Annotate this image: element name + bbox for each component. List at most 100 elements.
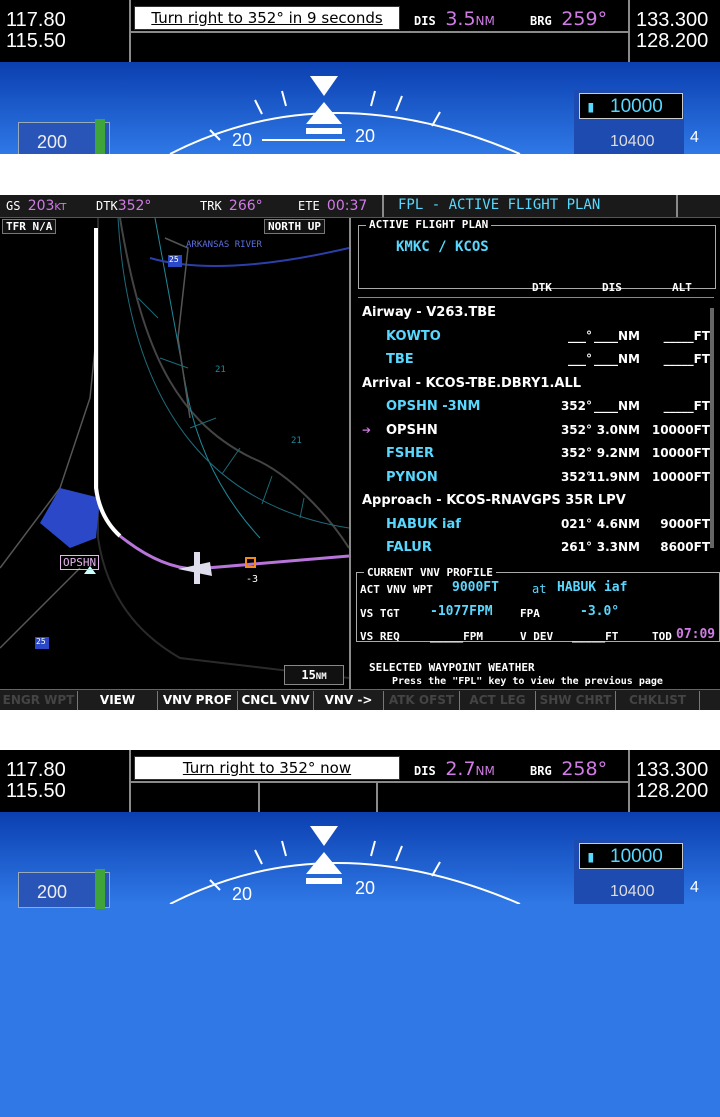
airspeed-trend-bar	[95, 869, 105, 909]
altitude-bug-box[interactable]: ▮ 10000	[579, 93, 683, 119]
trk-field: TRK 266°	[200, 198, 263, 214]
leg-alt: _____FT	[663, 328, 710, 343]
nav-standby-frequency[interactable]: 115.50	[6, 31, 66, 51]
pitch-label-left: 20	[232, 884, 253, 904]
divider	[349, 218, 351, 689]
flight-plan-row[interactable]: KOWTO ___° ____NM _____FT	[352, 327, 710, 349]
flight-plan-row[interactable]: PYNON 352° 11.9NM 10000FT	[352, 468, 710, 490]
highway-shield: 25	[36, 637, 46, 646]
divider	[130, 31, 628, 33]
ete-label: ETE	[298, 199, 320, 213]
altitude-bug-value: 10000	[610, 846, 663, 867]
waypoint-name: TBE	[386, 352, 414, 367]
com-active-frequency[interactable]: 133.300	[636, 10, 708, 30]
leg-dis: 3.0NM	[596, 422, 640, 437]
flight-plan-segment-header[interactable]: Arrival - KCOS-TBE.DBRY1.ALL	[352, 374, 708, 396]
softkey-bar: ENGR WPT VIEW VNV PROF CNCL VNV VNV -> ATK OF…	[0, 689, 720, 710]
range-unit: NM	[315, 672, 327, 682]
waypoint-name: Arrival - KCOS-TBE.DBRY1.ALL	[362, 375, 582, 391]
airspeed-box: 200	[18, 869, 110, 909]
scrollbar[interactable]	[710, 308, 714, 548]
brg-label: BRG	[530, 764, 552, 778]
dis-field: DIS 2.7NM	[414, 758, 495, 780]
page-title: FPL - ACTIVE FLIGHT PLAN	[398, 197, 601, 213]
weather-title: SELECTED WAYPOINT WEATHER	[366, 661, 538, 674]
leg-alt: 9000FT	[660, 516, 710, 531]
airspeed-value: 200	[37, 132, 68, 152]
leg-alt: 8600FT	[660, 540, 710, 554]
softkey-atk-ofst[interactable]: ATK OFST	[384, 691, 460, 710]
dis-unit: NM	[475, 764, 495, 778]
vdev-label: V DEV	[520, 630, 554, 643]
aircraft-icon	[178, 552, 212, 584]
brg-label: BRG	[530, 14, 552, 28]
flight-plan-row[interactable]: FALUR 261° 3.3NM 8600FT	[352, 538, 710, 560]
dis-label: DIS	[414, 14, 436, 28]
softkey-act-leg[interactable]: ACT LEG	[460, 691, 536, 710]
pitch-label-right: 20	[355, 878, 376, 898]
flight-plan-row[interactable]: FSHER 352° 9.2NM 10000FT	[352, 444, 710, 466]
pitch-label-left: 20	[232, 130, 253, 150]
navigation-map[interactable]: TFR N/A NORTH UP ARKANSAS RIVER 25 25 21…	[0, 218, 349, 689]
pfd-bottom: 117.80 115.50 Turn right to 352° now DIS…	[0, 750, 720, 1117]
flight-plan-segment-header[interactable]: Approach - KCOS-RNAVGPS 35R LPV	[352, 491, 708, 513]
flight-plan-row[interactable]: TBE ___° ____NM _____FT	[352, 350, 710, 372]
waypoint-name: Airway - V263.TBE	[362, 305, 497, 320]
leg-alt: _____FT	[663, 399, 710, 413]
grid-label: 21	[215, 365, 226, 375]
com-standby-frequency[interactable]: 128.200	[636, 781, 708, 801]
nav-active-frequency[interactable]: 117.80	[6, 10, 66, 30]
dtk-label: DTK	[96, 199, 118, 213]
softkey-chklist[interactable]: CHKLIST	[616, 691, 700, 710]
com-standby-frequency[interactable]: 128.200	[636, 31, 708, 51]
leg-dis: ____NM	[594, 352, 640, 366]
fpa-value[interactable]: -3.0°	[580, 604, 619, 619]
flight-plan-row[interactable]: HABUK iaf 021° 4.6NM 9000FT	[352, 515, 710, 537]
waypoint-name: OPSHN -3NM	[386, 399, 481, 414]
com-active-frequency[interactable]: 133.300	[636, 760, 708, 780]
highway-shield: 25	[169, 255, 179, 264]
map-orientation[interactable]: NORTH UP	[264, 219, 325, 234]
softkey-vnv-[interactable]: VNV ->	[314, 691, 384, 710]
tfr-status: TFR N/A	[2, 219, 57, 234]
altitude-bug-icon: ▮	[586, 97, 596, 116]
opshn-waypoint-label[interactable]: OPSHN	[60, 555, 100, 570]
waypoint-alert-message: Turn right to 352° now	[134, 756, 400, 780]
vs-required-label: VS REQ	[360, 630, 400, 643]
flight-plan-segment-header[interactable]: Airway - V263.TBE	[352, 303, 708, 325]
leg-alt: _____FT	[663, 352, 710, 366]
divider	[628, 0, 630, 62]
map-range[interactable]: 15NM	[284, 665, 344, 685]
nav-active-frequency[interactable]: 117.80	[6, 760, 66, 780]
softkey-cncl-vnv[interactable]: CNCL VNV	[238, 691, 314, 710]
tod-label: TOD	[652, 630, 672, 643]
flight-plan-active-leg[interactable]: OPSHN ➔ 352° 3.0NM 10000FT	[352, 421, 710, 443]
gs-unit: KT	[54, 202, 67, 213]
dtk-field: DTK352°	[96, 198, 151, 214]
trk-label: TRK	[200, 199, 222, 213]
column-dtk: DTK	[532, 281, 552, 294]
flight-plan-panel: ACTIVE FLIGHT PLAN KMKC / KCOS DTK DIS A…	[352, 218, 720, 689]
gs-label: GS	[6, 199, 21, 213]
leg-dis: 9.2NM	[596, 446, 640, 460]
dis-label: DIS	[414, 764, 436, 778]
vs-target-value[interactable]: -1077FPM	[430, 604, 493, 619]
active-plan-box	[358, 225, 716, 289]
softkey-vnv-prof[interactable]: VNV PROF	[158, 691, 238, 710]
nav-standby-frequency[interactable]: 115.50	[6, 781, 66, 801]
softkey-view[interactable]: VIEW	[78, 691, 158, 710]
divider	[258, 783, 260, 812]
altitude-bug-box[interactable]: ▮ 10000	[579, 843, 683, 869]
softkey-engr-wpt[interactable]: ENGR WPT	[0, 691, 78, 710]
flight-plan-row[interactable]: OPSHN -3NM 352° ____NM _____FT	[352, 397, 710, 419]
softkey-shw-chrt[interactable]: SHW CHRT	[536, 691, 616, 710]
dis-value: 2.7	[445, 758, 476, 780]
waypoint-name: KOWTO	[386, 328, 441, 344]
brg-field: BRG 259°	[530, 8, 607, 30]
altitude-bug-value: 10000	[610, 96, 663, 117]
airspeed-value: 200	[37, 882, 68, 902]
alert-text: Turn right to 352° now	[182, 759, 352, 777]
vs-target-label: VS TGT	[360, 607, 400, 620]
river-label: ARKANSAS RIVER	[186, 240, 262, 250]
divider	[358, 297, 714, 298]
